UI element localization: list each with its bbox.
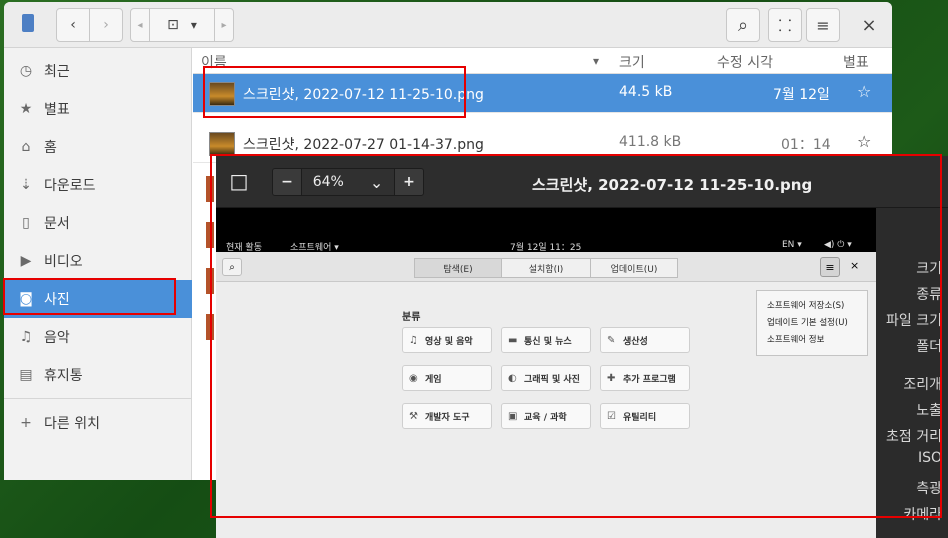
path-prev-button[interactable]: ◂ xyxy=(130,8,150,42)
sidebar-item-home[interactable]: ⌂ 홈 xyxy=(4,128,192,166)
image-thumbnail xyxy=(209,132,235,156)
sidebar-item-label: 음악 xyxy=(44,330,70,346)
back-button[interactable]: ‹ xyxy=(56,8,90,42)
grid-view-icon: ⸬ xyxy=(778,16,792,35)
music-icon: ♫ xyxy=(19,329,33,345)
file-size: 44.5 kB xyxy=(619,84,673,100)
sidebar-divider xyxy=(4,398,192,399)
sidebar-item-documents[interactable]: ▯ 문서 xyxy=(4,204,192,242)
plus-icon: + xyxy=(20,415,32,431)
search-icon: ⌕ xyxy=(737,14,749,36)
chevron-right-icon: › xyxy=(103,17,109,33)
document-icon xyxy=(22,14,34,32)
home-icon: ⌂ xyxy=(21,139,31,155)
file-modified: 01：14 xyxy=(781,137,831,153)
sidebar-item-label: 최근 xyxy=(44,64,70,80)
location-button[interactable]: ⊡ ▾ xyxy=(149,8,215,42)
column-modified[interactable]: 수정 시각 xyxy=(717,52,773,72)
sidebar-item-label: 다운로드 xyxy=(44,178,96,194)
star-icon[interactable]: ☆ xyxy=(857,132,871,151)
forward-button[interactable]: › xyxy=(89,8,123,42)
chevron-left-icon: ‹ xyxy=(70,17,76,33)
sidebar-item-recent[interactable]: ◷ 최근 xyxy=(4,52,192,90)
picture-folder-icon: ⊡ xyxy=(167,17,179,33)
video-icon: ▶ xyxy=(20,253,32,269)
file-name: 스크린샷, 2022-07-27 01-14-37.png xyxy=(243,137,484,153)
sidebar-item-label: 홈 xyxy=(44,140,57,156)
hamburger-menu-icon: ≡ xyxy=(816,15,830,35)
highlight-box-viewer xyxy=(210,154,942,518)
arrow-right-icon: ▸ xyxy=(221,19,227,31)
menu-button[interactable]: ≡ xyxy=(806,8,840,42)
download-icon: ⇣ xyxy=(20,177,32,193)
sidebar: ◷ 최근 ★ 별표 ⌂ 홈 ⇣ 다운로드 ▯ 문서 ▶ 비디오 ◙ 사진 ♫ 음악 ▤ 휴지통 +… xyxy=(4,48,192,480)
close-icon: × xyxy=(861,14,877,36)
view-toggle-button[interactable]: ⸬ xyxy=(768,8,802,42)
sidebar-item-trash[interactable]: ▤ 휴지통 xyxy=(4,356,192,394)
search-button[interactable]: ⌕ xyxy=(726,8,760,42)
sidebar-item-label: 휴지통 xyxy=(44,368,83,384)
sidebar-item-label: 별표 xyxy=(44,102,70,118)
sidebar-item-other-locations[interactable]: + 다른 위치 xyxy=(4,404,192,442)
close-button[interactable]: × xyxy=(852,8,886,42)
chevron-down-icon: ▾ xyxy=(190,18,197,32)
star-icon: ★ xyxy=(19,101,33,117)
sort-arrow-icon: ▾ xyxy=(593,54,600,68)
column-star[interactable]: 별표 xyxy=(843,52,869,72)
headerbar: ‹ › ◂ ⊡ ▾ ▸ ⌕ ⸬ ≡ × xyxy=(4,2,892,48)
trash-icon: ▤ xyxy=(19,367,33,383)
sidebar-item-downloads[interactable]: ⇣ 다운로드 xyxy=(4,166,192,204)
file-size: 411.8 kB xyxy=(619,134,682,150)
file-modified: 7월 12일 xyxy=(773,87,830,103)
highlight-box-sidebar xyxy=(3,278,176,315)
sidebar-item-starred[interactable]: ★ 별표 xyxy=(4,90,192,128)
sidebar-item-label: 비디오 xyxy=(44,254,83,270)
path-next-button[interactable]: ▸ xyxy=(214,8,234,42)
sidebar-item-label: 다른 위치 xyxy=(44,416,100,432)
document-icon: ▯ xyxy=(22,215,30,231)
sidebar-item-label: 문서 xyxy=(44,216,70,232)
highlight-box-file xyxy=(203,66,466,118)
sidebar-item-videos[interactable]: ▶ 비디오 xyxy=(4,242,192,280)
column-size[interactable]: 크기 xyxy=(619,52,645,72)
clock-icon: ◷ xyxy=(19,63,33,79)
arrow-left-icon: ◂ xyxy=(137,19,143,31)
star-icon[interactable]: ☆ xyxy=(857,82,871,101)
sidebar-item-music[interactable]: ♫ 음악 xyxy=(4,318,192,356)
